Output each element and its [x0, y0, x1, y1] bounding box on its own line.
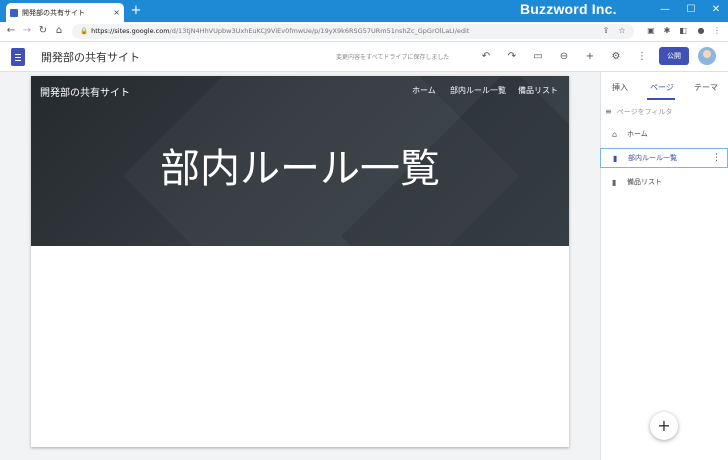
link-icon[interactable]: ⊖: [557, 50, 571, 64]
page-icon: ▮: [613, 153, 618, 163]
browser-tab[interactable]: 開発部の共有サイト ×: [6, 3, 124, 22]
hero-site-title[interactable]: 開発部の共有サイト: [40, 84, 130, 99]
add-page-button[interactable]: +: [650, 412, 678, 440]
settings-gear-icon[interactable]: ⚙: [609, 50, 623, 64]
browser-menu-icon[interactable]: ⋮: [711, 25, 723, 37]
add-person-icon[interactable]: +: [583, 50, 597, 64]
tab-insert[interactable]: 挿入: [612, 82, 628, 93]
tab-title: 開発部の共有サイト: [22, 8, 85, 17]
filter-placeholder: ページをフィルタ: [616, 108, 673, 116]
share-icon[interactable]: ⇪: [600, 25, 612, 37]
tab-themes[interactable]: テーマ: [694, 82, 718, 93]
forward-icon[interactable]: →: [20, 24, 34, 38]
nav-link-rules[interactable]: 部内ルール一覧: [450, 85, 506, 96]
maximize-button[interactable]: ☐: [680, 2, 702, 18]
page-item-label: ホーム: [627, 130, 648, 138]
account-avatar[interactable]: [698, 47, 716, 65]
bookmark-star-icon[interactable]: ☆: [616, 25, 628, 37]
sites-logo-icon[interactable]: [11, 48, 25, 66]
page-item-home[interactable]: ⌂ ホーム: [600, 124, 728, 144]
site-name[interactable]: 開発部の共有サイト: [41, 49, 140, 65]
undo-icon[interactable]: ↶: [479, 50, 493, 64]
new-tab-button[interactable]: +: [128, 3, 144, 19]
extension-icon[interactable]: ▣: [645, 25, 657, 37]
nav-link-equipment[interactable]: 備品リスト: [518, 85, 558, 96]
page-item-label: 備品リスト: [627, 178, 662, 186]
url-domain: https://sites.google.com: [91, 27, 170, 35]
page-item-rules[interactable]: ▮ 部内ルール一覧 ⋮: [600, 148, 728, 168]
filter-icon: ≡: [605, 107, 612, 116]
tab-pages[interactable]: ページ: [650, 82, 674, 93]
page-filter[interactable]: ≡ ページをフィルタ: [605, 107, 672, 117]
tab-close-icon[interactable]: ×: [113, 8, 120, 17]
profile-icon[interactable]: ●: [695, 25, 707, 37]
page-item-equipment[interactable]: ▮ 備品リスト: [600, 172, 728, 192]
nav-link-home[interactable]: ホーム: [412, 85, 436, 96]
publish-button[interactable]: 公開: [659, 47, 689, 65]
brand-label: Buzzword Inc.: [520, 1, 617, 17]
active-tab-indicator: [647, 98, 675, 100]
lock-icon: 🔒: [80, 27, 89, 35]
more-options-icon[interactable]: ⋮: [712, 153, 721, 163]
save-status: 変更内容をすべてドライブに保存しました: [336, 54, 450, 61]
minimize-button[interactable]: —: [654, 2, 676, 18]
preview-icon[interactable]: ▭: [531, 50, 545, 64]
puzzle-icon[interactable]: ✱: [661, 25, 673, 37]
home-icon: ⌂: [612, 129, 618, 139]
sidebar-icon[interactable]: ◧: [677, 25, 689, 37]
home-icon[interactable]: ⌂: [52, 24, 66, 38]
site-favicon-icon: [10, 8, 18, 17]
back-icon[interactable]: ←: [4, 24, 18, 38]
more-vert-icon[interactable]: ⋮: [635, 50, 649, 64]
page-item-label: 部内ルール一覧: [628, 154, 677, 162]
reload-icon[interactable]: ↻: [36, 24, 50, 38]
page-title[interactable]: 部内ルール一覧: [31, 136, 569, 194]
page-icon: ▮: [612, 177, 617, 187]
url-field[interactable]: 🔒 https://sites.google.com/d/13tjN4HhVUpb…: [72, 24, 634, 39]
url-path: /d/13tjN4HhVUpbw3UxhEuKCJ9ViEv0fmwUe/p/1…: [169, 27, 470, 35]
redo-icon[interactable]: ↷: [505, 50, 519, 64]
close-window-button[interactable]: ✕: [705, 2, 727, 18]
